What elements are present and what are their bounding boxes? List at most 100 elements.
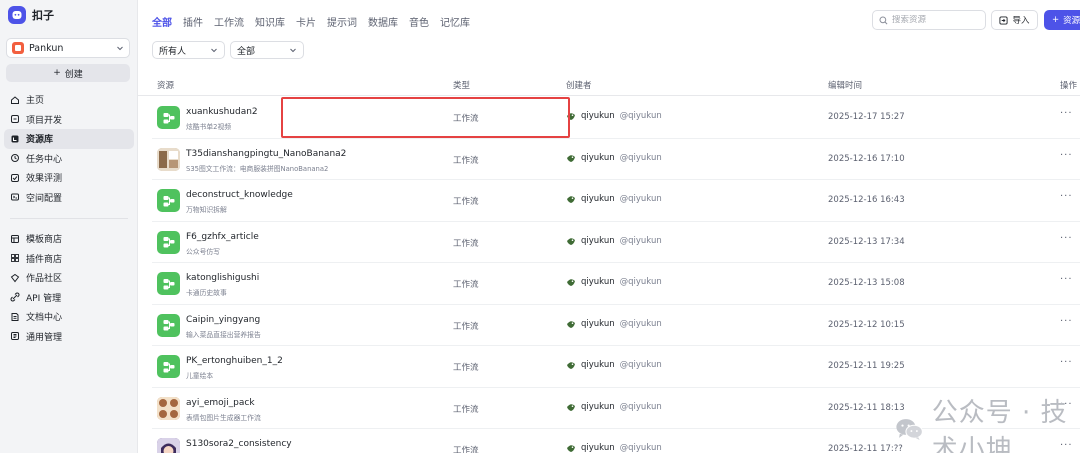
sidebar-item-label: 资源库 (26, 135, 54, 146)
sidebar-item-template[interactable]: 模板商店 (4, 229, 134, 249)
sidebar-item-library[interactable]: 资源库 (4, 129, 134, 149)
app-brand[interactable]: 扣子 (8, 6, 54, 24)
resource-description: 万物知识拆解 (186, 206, 227, 214)
resource-creator: qiyukun @qiyukun (566, 319, 662, 329)
creator-avatar-icon (567, 320, 575, 328)
edit-time: 2025-12-12 10:15 (828, 319, 905, 330)
more-actions-button[interactable]: ··· (1060, 357, 1073, 368)
creator-handle: @qiyukun (619, 401, 662, 412)
owner-filter-select[interactable]: 所有人 (152, 41, 225, 59)
resource-creator: qiyukun @qiyukun (566, 402, 662, 412)
search-input[interactable] (892, 15, 982, 25)
resource-name: xuankushudan2 (186, 107, 258, 117)
chevron-down-icon (290, 48, 296, 53)
sidebar-item-label: 文档中心 (26, 313, 63, 324)
creator-name: qiyukun (581, 194, 615, 204)
resource-type: 工作流 (453, 155, 479, 166)
table-row[interactable]: deconstruct_knowledge 万物知识拆解 工作流 qiyukun @qi… (152, 180, 1080, 222)
resource-description: 公众号仿写 (186, 247, 220, 256)
sidebar-item-home[interactable]: 主页 (4, 90, 134, 110)
app-name: 扣子 (32, 9, 54, 22)
workspace-avatar (12, 42, 24, 54)
api-icon (10, 292, 20, 302)
sidebar-item-docs[interactable]: 文档中心 (4, 307, 134, 327)
resource-description: 卡通历史故事 (186, 289, 227, 297)
sidebar-item-task[interactable]: 任务中心 (4, 149, 134, 169)
app-logo-icon (8, 6, 26, 24)
workspace-selector[interactable]: Pankun (6, 38, 130, 58)
sidebar-item-label: 插件商店 (26, 254, 63, 265)
tab-3[interactable]: 知识库 (255, 14, 285, 29)
sidebar-item-settings[interactable]: 空间配置 (4, 188, 134, 208)
import-button[interactable]: 导入 (991, 10, 1038, 30)
resource-creator: qiyukun @qiyukun (566, 153, 662, 163)
more-actions-button[interactable]: ··· (1060, 150, 1073, 161)
sidebar: 扣子 Pankun + 创建 主页项目开发资源库任务中心 效果评测 空间配置 模板商… (0, 0, 138, 453)
more-actions-button[interactable]: ··· (1060, 316, 1073, 327)
sidebar-item-community[interactable]: 作品社区 (4, 268, 134, 288)
plus-icon: + (53, 68, 61, 78)
resource-creator: qiyukun @qiyukun (566, 111, 662, 121)
creator-handle: @qiyukun (619, 235, 662, 246)
task-icon (11, 154, 19, 163)
create-button[interactable]: + 创建 (6, 64, 130, 82)
creator-handle: @qiyukun (619, 111, 662, 121)
sidebar-item-evaluation[interactable]: 效果评测 (4, 168, 134, 188)
type-filter-select[interactable]: 全部 (230, 41, 304, 59)
resource-type: 工作流 (453, 280, 479, 290)
resource-type: 工作流 (453, 114, 479, 124)
library-icon (11, 135, 19, 143)
new-resource-button[interactable]: + 资源 (1044, 10, 1080, 30)
sidebar-nav-main: 主页项目开发资源库任务中心 效果评测 空间配置 (4, 90, 134, 207)
tab-5[interactable]: 提示词 (327, 14, 357, 29)
resource-creator: qiyukun @qiyukun (566, 443, 662, 453)
sidebar-item-admin[interactable]: 通用管理 (4, 327, 134, 347)
resource-name: S130sora2_consistency (186, 439, 292, 449)
creator-handle: @qiyukun (619, 443, 662, 453)
owner-filter-value: 所有人 (159, 46, 187, 57)
creator-name: qiyukun (581, 235, 615, 246)
edit-time: 2025-12-13 15:08 (828, 278, 905, 288)
more-actions-button[interactable]: ··· (1060, 233, 1073, 244)
more-actions-button[interactable]: ··· (1060, 274, 1073, 285)
tab-0[interactable]: 全部 (152, 14, 172, 29)
creator-avatar-icon (567, 196, 575, 203)
edit-time: 2025-12-16 17:10 (828, 153, 905, 164)
tab-1[interactable]: 插件 (183, 14, 203, 29)
resource-thumbnail-icon (157, 438, 180, 453)
sidebar-item-api[interactable]: API 管理 (4, 288, 134, 308)
table-row[interactable]: xuankushudan2 炫酷书单2视频 工作流 qiyukun @qiyukun 20… (152, 97, 1080, 139)
edit-time: 2025-12-17 15:27 (828, 112, 905, 122)
resource-type-tabs: 全部 插件 工作流 知识库 卡片 提示词 数据库 音色 记忆库 (152, 14, 470, 29)
workflow-icon (157, 313, 180, 337)
sidebar-item-plugin[interactable]: 插件商店 (4, 249, 134, 269)
sidebar-item-project[interactable]: 项目开发 (4, 110, 134, 130)
resource-description: 表情包图片生成器工作流 (186, 413, 261, 422)
tab-2[interactable]: 工作流 (214, 14, 244, 29)
table-row[interactable]: PK_ertonghuiben_1_2 儿童绘本 工作流 qiyukun @qiyuku… (152, 346, 1080, 388)
creator-handle: @qiyukun (619, 318, 662, 329)
chevron-down-icon (211, 48, 217, 53)
table-row[interactable]: katonglishigushi 卡通历史故事 工作流 qiyukun @qiyukun… (152, 263, 1080, 305)
search-box[interactable] (872, 10, 986, 30)
more-actions-button[interactable]: ··· (1060, 108, 1073, 119)
tab-4[interactable]: 卡片 (296, 14, 316, 29)
tab-7[interactable]: 音色 (409, 14, 429, 29)
resource-type: 工作流 (453, 363, 479, 373)
docs-icon (11, 312, 19, 321)
table-row[interactable]: Caipin_yingyang 输入菜品直接出营养报告 工作流 qiyukun @qiy… (152, 305, 1080, 346)
sidebar-item-label: 项目开发 (26, 115, 63, 126)
create-button-label: 创建 (64, 69, 83, 80)
creator-name: qiyukun (581, 111, 615, 121)
creator-name: qiyukun (581, 443, 615, 453)
creator-handle: @qiyukun (619, 194, 662, 204)
tab-8[interactable]: 记忆库 (440, 14, 470, 29)
table-row[interactable]: F6_gzhfx_article 公众号仿写 工作流 qiyukun @qiyukun 2… (152, 222, 1080, 263)
creator-avatar-icon (567, 403, 575, 411)
resource-description: 炫酷书单2视频 (186, 123, 232, 131)
creator-name: qiyukun (581, 401, 615, 412)
table-row[interactable]: T35dianshangpingtu_NanoBanana2 S35图文工作流：电… (152, 139, 1080, 180)
creator-avatar-icon (567, 113, 575, 120)
more-actions-button[interactable]: ··· (1060, 191, 1073, 202)
tab-6[interactable]: 数据库 (368, 14, 398, 29)
